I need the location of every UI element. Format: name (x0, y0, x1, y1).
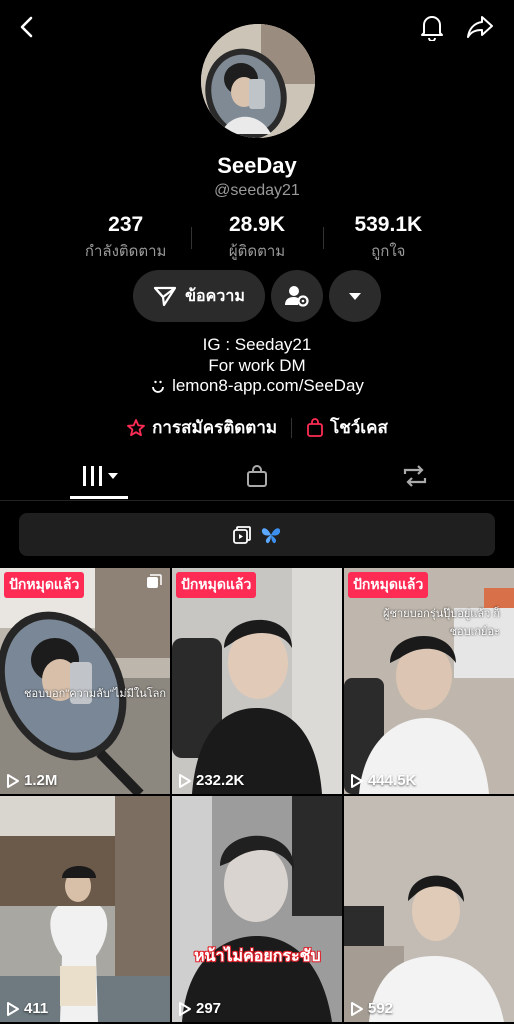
message-button-label: ข้อความ (185, 287, 245, 305)
view-count: 297 (178, 1000, 221, 1017)
thumbnail-image (0, 796, 170, 1022)
video-thumbnail[interactable]: ปักหมุดแล้ว 232.2K (172, 568, 342, 794)
video-thumbnail[interactable]: ปักหมุดแล้ว ผู้ชายบอกรุ่นปุ๊บอยู่แล้ว ก็… (344, 568, 514, 794)
pinned-badge: ปักหมุดแล้ว (348, 572, 429, 598)
pinned-badge: ปักหมุดแล้ว (176, 572, 257, 598)
thumbnail-image (172, 796, 342, 1022)
send-icon (154, 286, 177, 307)
video-thumbnail[interactable]: หน้าไม่ค่อยกระชับ 297 (172, 796, 342, 1022)
friend-settings-button[interactable] (271, 270, 323, 322)
repost-icon (403, 465, 427, 487)
content-tabs (0, 452, 514, 501)
subscription-label: การสมัครติดตาม (152, 418, 278, 437)
message-button[interactable]: ข้อความ (133, 270, 265, 322)
stat-following[interactable]: 237 กำลังติดตาม (60, 213, 191, 261)
shopping-bag-icon (307, 417, 323, 437)
stat-following-value: 237 (108, 213, 144, 236)
pill-divider (291, 417, 293, 438)
view-count: 232.2K (178, 772, 244, 789)
subscription-link[interactable]: การสมัครติดตาม (126, 414, 277, 441)
play-icon (351, 1001, 363, 1016)
share-arrow-icon (467, 16, 493, 38)
active-tab-indicator (70, 496, 128, 499)
stat-likes-label: ถูกใจ (371, 243, 406, 260)
video-caption: ผู้ชายบอกรุ่นปุ๊บอยู่แล้ว ก็ชอบเกย์อะ (383, 608, 500, 638)
profile-link[interactable]: lemon8-app.com/SeeDay (0, 376, 514, 396)
video-thumbnail[interactable]: 411 (0, 796, 170, 1022)
view-count: 444.5K (350, 772, 416, 789)
view-count-text: 232.2K (196, 772, 245, 789)
view-count-text: 592 (368, 1000, 394, 1017)
profile-handle: @seeday21 (214, 182, 300, 199)
profile-stats: 237 กำลังติดตาม 28.9K ผู้ติดตาม 539.1K ถ… (60, 213, 454, 261)
play-icon (179, 773, 191, 788)
multi-photo-icon (147, 574, 162, 588)
profile-name: SeeDay (217, 153, 297, 178)
avatar-image (201, 24, 315, 138)
bio-line-1: IG : Seeday21 (202, 335, 312, 354)
star-badge-icon (127, 418, 146, 436)
grid-bars-icon (83, 466, 118, 486)
stat-following-label: กำลังติดตาม (84, 243, 167, 260)
video-thumbnail[interactable]: 592 (344, 796, 514, 1022)
bag-icon (247, 465, 267, 487)
video-thumbnail[interactable]: ปักหมุดแล้ว ชอบบอก"ความลับ"ไม่มีในโลก 1.… (0, 568, 170, 794)
stat-likes[interactable]: 539.1K ถูกใจ (322, 213, 454, 261)
view-count-text: 297 (196, 1000, 222, 1017)
caret-down-icon (349, 293, 361, 300)
avatar[interactable] (201, 24, 315, 138)
stat-followers[interactable]: 28.9K ผู้ติดตาม (191, 213, 322, 261)
stat-followers-label: ผู้ติดตาม (228, 243, 286, 260)
view-count: 592 (350, 1000, 393, 1017)
profile-actions: ข้อความ (133, 270, 381, 324)
tab-videos[interactable] (60, 452, 146, 500)
butterfly-icon (261, 527, 281, 543)
collections-bar[interactable] (19, 513, 495, 556)
playlist-icon (233, 525, 251, 544)
notification-button[interactable] (414, 10, 450, 44)
play-icon (7, 1001, 19, 1016)
pinned-badge: ปักหมุดแล้ว (4, 572, 85, 598)
profile-pills: การสมัครติดตาม โชว์เคส (0, 414, 514, 441)
thumbnail-image (344, 796, 514, 1022)
chevron-left-icon (20, 16, 33, 38)
video-caption: หน้าไม่ค่อยกระชับ (194, 948, 321, 965)
showcase-link[interactable]: โชว์เคส (306, 414, 388, 441)
more-options-button[interactable] (329, 270, 381, 322)
stat-followers-value: 28.9K (228, 213, 286, 236)
view-count-text: 1.2M (24, 772, 58, 789)
view-count-text: 411 (24, 1000, 49, 1017)
tab-reposts[interactable] (372, 452, 458, 500)
video-caption: ชอบบอก"ความลับ"ไม่มีในโลก (24, 688, 167, 700)
play-icon (351, 773, 363, 788)
tab-shop[interactable] (214, 452, 300, 500)
profile-bio: IG : Seeday21 For work DM (0, 334, 514, 376)
play-icon (179, 1001, 191, 1016)
back-button[interactable] (10, 10, 44, 44)
view-count-text: 444.5K (368, 772, 417, 789)
showcase-label: โชว์เคส (330, 418, 388, 437)
stat-likes-value: 539.1K (354, 213, 423, 236)
view-count: 1.2M (6, 772, 57, 789)
share-button[interactable] (462, 10, 498, 44)
thumbnail-image (0, 568, 170, 794)
link-icon (152, 380, 164, 393)
bio-line-2: For work DM (208, 356, 306, 375)
thumbnail-image (172, 568, 342, 794)
user-gear-icon (285, 286, 309, 307)
thumbnail-image (344, 568, 514, 794)
bell-icon (421, 16, 443, 41)
profile-link-text: lemon8-app.com/SeeDay (172, 376, 364, 395)
view-count: 411 (6, 1000, 48, 1017)
play-icon (7, 773, 19, 788)
